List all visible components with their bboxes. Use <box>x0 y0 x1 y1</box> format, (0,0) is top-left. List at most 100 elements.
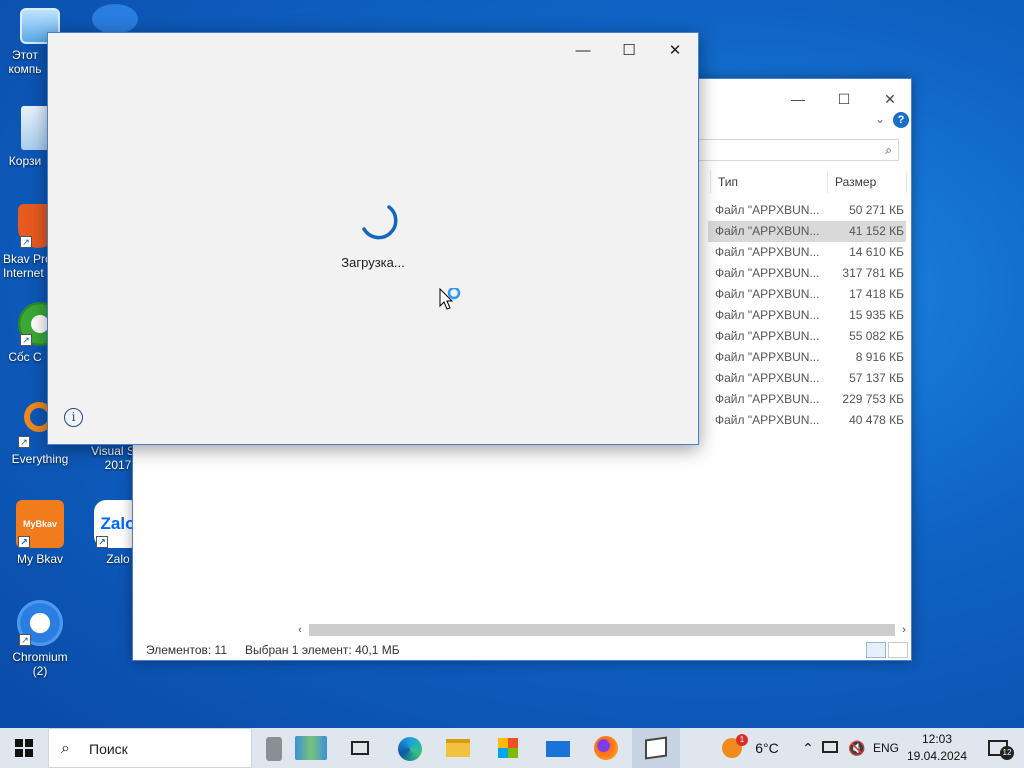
file-type: Файл "APPXBUN... <box>715 392 820 406</box>
network-icon[interactable] <box>822 728 844 768</box>
file-type: Файл "APPXBUN... <box>715 203 820 217</box>
taskbar-search-box[interactable]: ⌕ Поиск <box>48 728 252 768</box>
horizontal-scrollbar[interactable]: ‹ › <box>293 622 911 638</box>
explorer-maximize-button[interactable]: ☐ <box>821 85 867 113</box>
shortcut-arrow-icon: ↗ <box>18 536 30 548</box>
column-header-size[interactable]: Размер <box>829 169 876 195</box>
maps-app-icon[interactable] <box>290 728 332 768</box>
selection-info: Выбран 1 элемент: 40,1 МБ <box>245 643 400 657</box>
dialog-minimize-button[interactable]: — <box>560 37 606 65</box>
chromium-icon: ↗ <box>17 600 63 646</box>
file-size: 14 610 КБ <box>849 245 904 259</box>
info-icon[interactable]: i <box>64 408 83 427</box>
table-row[interactable]: Файл "APPXBUN... 15 935 КБ <box>708 305 906 326</box>
busy-cursor-icon <box>439 288 461 310</box>
clock[interactable]: 12:03 19.04.2024 <box>906 731 968 765</box>
my-bkav-icon: MyBkav ↗ <box>16 500 64 548</box>
explorer-search-input[interactable]: ps ⌕ <box>679 139 899 161</box>
shortcut-arrow-icon: ↗ <box>18 436 30 448</box>
weather-temperature[interactable]: 6°C <box>752 728 782 768</box>
taskbar: ⌕ Поиск 1 6°C ⌃ 🔇 ENG 12:03 19.04.2024 1… <box>0 728 1024 768</box>
search-icon: ⌕ <box>61 740 70 757</box>
column-divider[interactable] <box>710 171 711 193</box>
desktop-icon-label: Корзи <box>8 154 42 168</box>
table-row[interactable]: Файл "APPXBUN... 14 610 КБ <box>708 242 906 263</box>
file-type: Файл "APPXBUN... <box>715 308 820 322</box>
file-type: Файл "APPXBUN... <box>715 224 820 238</box>
file-size: 40 478 КБ <box>849 413 904 427</box>
table-row[interactable]: Файл "APPXBUN... 55 082 КБ <box>708 326 906 347</box>
file-size: 57 137 КБ <box>849 371 904 385</box>
desktop-icon-my-bkav[interactable]: MyBkav ↗ My Bkav <box>2 500 78 566</box>
chromium-icon <box>92 4 138 34</box>
column-divider[interactable] <box>906 171 907 193</box>
clock-date: 19.04.2024 <box>906 749 968 763</box>
notification-count: 12 <box>1000 746 1014 760</box>
desktop-icon-label: Cốc C <box>8 350 42 364</box>
file-type: Файл "APPXBUN... <box>715 245 820 259</box>
large-icons-view-icon[interactable] <box>888 642 908 658</box>
file-list: Файл "APPXBUN... 50 271 КБ Файл "APPXBUN.… <box>708 200 906 431</box>
table-row[interactable]: Файл "APPXBUN... 50 271 КБ <box>708 200 906 221</box>
package-installer-icon[interactable] <box>632 728 680 768</box>
edge-browser-icon[interactable] <box>386 728 434 768</box>
file-size: 17 418 КБ <box>849 287 904 301</box>
scroll-right-icon[interactable]: › <box>897 622 911 638</box>
table-row[interactable]: Файл "APPXBUN... 317 781 КБ <box>708 263 906 284</box>
details-view-icon[interactable] <box>866 642 886 658</box>
firefox-icon[interactable] <box>582 728 630 768</box>
file-type: Файл "APPXBUN... <box>715 371 820 385</box>
file-size: 229 753 КБ <box>842 392 904 406</box>
dialog-maximize-button[interactable]: ☐ <box>606 37 652 65</box>
desktop-icon-label: Everything <box>11 452 69 466</box>
column-headers: Тип Размер <box>708 169 908 195</box>
language-indicator[interactable]: ENG <box>870 728 902 768</box>
mail-icon[interactable] <box>534 728 582 768</box>
column-header-type[interactable]: Тип <box>712 169 738 195</box>
file-type: Файл "APPXBUN... <box>715 287 820 301</box>
desktop-icon-chromium[interactable]: ↗ Chromium (2) <box>2 600 78 678</box>
table-row[interactable]: Файл "APPXBUN... 17 418 КБ <box>708 284 906 305</box>
archive-app-icon[interactable] <box>262 728 286 768</box>
dialog-close-button[interactable]: ✕ <box>652 37 698 65</box>
file-size: 41 152 КБ <box>849 224 904 238</box>
ribbon-expand-chevron-icon[interactable]: ⌄ <box>875 112 885 126</box>
table-row-selected[interactable]: Файл "APPXBUN... 41 152 КБ <box>708 221 906 242</box>
windows-logo-icon <box>15 739 33 757</box>
scrollbar-thumb[interactable] <box>309 624 895 636</box>
file-size: 15 935 КБ <box>849 308 904 322</box>
volume-muted-icon[interactable]: 🔇 <box>846 728 868 768</box>
status-bar: Элементов: 11 Выбран 1 элемент: 40,1 МБ <box>133 640 911 660</box>
microsoft-store-icon[interactable] <box>484 728 532 768</box>
desktop: Этот компь Корзи ↗ Bkav Pro Internet ↗ C… <box>0 0 1024 728</box>
desktop-icon-label: Chromium (2) <box>12 650 68 678</box>
table-row[interactable]: Файл "APPXBUN... 8 916 КБ <box>708 347 906 368</box>
help-icon[interactable]: ? <box>893 112 909 128</box>
desktop-icon-label: Этот компь <box>8 48 42 76</box>
scroll-left-icon[interactable]: ‹ <box>293 622 307 638</box>
notification-center-icon[interactable]: 12 <box>980 728 1016 768</box>
file-size: 8 916 КБ <box>855 350 904 364</box>
desktop-icon-label: Bkav Pro Internet <box>3 252 51 280</box>
chevron-up-icon[interactable]: ⌃ <box>798 728 818 768</box>
explorer-minimize-button[interactable]: — <box>775 85 821 113</box>
table-row[interactable]: Файл "APPXBUN... 40 478 КБ <box>708 410 906 431</box>
explorer-close-button[interactable]: ✕ <box>867 85 913 113</box>
task-view-icon[interactable] <box>336 728 384 768</box>
column-divider[interactable] <box>827 171 828 193</box>
loading-window[interactable]: — ☐ ✕ Загрузка... i <box>47 32 699 445</box>
file-explorer-icon[interactable] <box>434 728 482 768</box>
loading-spinner-icon <box>362 205 398 240</box>
taskbar-search-placeholder: Поиск <box>89 741 128 757</box>
table-row[interactable]: Файл "APPXBUN... 57 137 КБ <box>708 368 906 389</box>
start-button[interactable] <box>0 728 48 768</box>
shortcut-arrow-icon: ↗ <box>96 536 108 548</box>
search-icon[interactable]: ⌕ <box>885 143 892 158</box>
file-type: Файл "APPXBUN... <box>715 266 820 280</box>
file-size: 50 271 КБ <box>849 203 904 217</box>
desktop-icon-label: My Bkav <box>16 552 63 566</box>
table-row[interactable]: Файл "APPXBUN... 229 753 КБ <box>708 389 906 410</box>
weather-badge: 1 <box>736 734 748 746</box>
weather-icon[interactable]: 1 <box>722 728 750 768</box>
shortcut-arrow-icon: ↗ <box>20 334 32 346</box>
